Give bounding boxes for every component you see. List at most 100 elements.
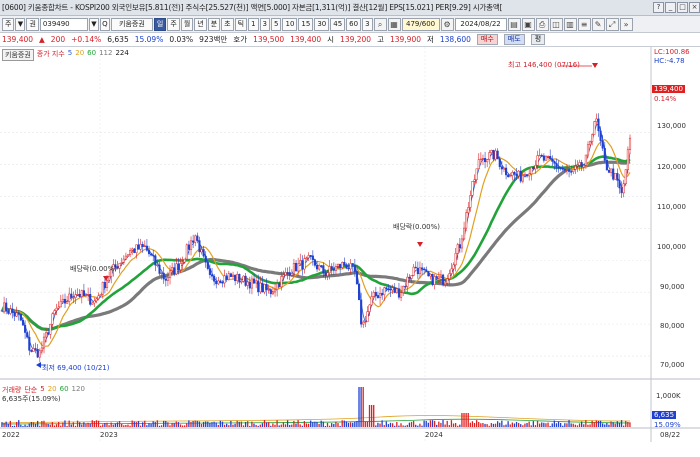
interval-60-button[interactable]: 60 <box>346 17 362 31</box>
volume-bar <box>394 425 396 427</box>
candle-body <box>610 168 613 173</box>
volume-bar <box>425 420 427 427</box>
candle-body <box>595 118 598 122</box>
volume-bar <box>387 424 390 427</box>
stock-code-dropdown[interactable]: ▼ <box>88 17 99 31</box>
interval-45-button[interactable]: 45 <box>330 17 346 31</box>
volume-bar <box>429 420 432 427</box>
volume-bar <box>131 420 133 427</box>
interval-30-button[interactable]: 30 <box>314 17 330 31</box>
calendar-icon[interactable]: ▤ <box>507 17 521 31</box>
period-minute-button[interactable]: 분 <box>207 17 221 31</box>
interval-5-button[interactable]: 5 <box>271 17 282 31</box>
candle-body <box>584 154 587 166</box>
volume-bar <box>127 424 129 427</box>
volume-bar <box>76 420 79 427</box>
search-icon[interactable]: Q <box>99 17 110 31</box>
candle-body <box>78 293 81 297</box>
stock-legend-name[interactable]: 키움증권 <box>2 49 34 61</box>
interval-3-button[interactable]: 3 <box>259 17 271 31</box>
period-second-button[interactable]: 초 <box>221 17 234 31</box>
candle-body <box>234 274 237 282</box>
candle-body <box>196 235 199 241</box>
volume-bar <box>341 420 343 427</box>
print-icon[interactable]: ⎙ <box>535 17 549 31</box>
volume-bar <box>400 423 402 427</box>
volume-bar <box>354 421 356 427</box>
period-tick-button[interactable]: 틱 <box>234 17 248 31</box>
date-input[interactable]: 2024/08/22 <box>454 17 507 31</box>
volume-bar <box>465 413 467 427</box>
sell-button[interactable]: 매도 <box>503 34 525 45</box>
save-icon[interactable]: ▣ <box>521 17 535 31</box>
low-label: 저 <box>426 35 434 44</box>
volume-bar <box>244 421 247 427</box>
more-icon[interactable]: » <box>619 17 633 31</box>
interval-custom-button[interactable]: 3 <box>362 17 373 31</box>
close-button[interactable]: × <box>689 2 700 13</box>
candle-body <box>528 173 531 177</box>
maximize-button[interactable]: □ <box>677 2 688 13</box>
candle-body <box>204 255 207 263</box>
volume-bar <box>198 421 201 427</box>
rights-button[interactable]: 권 <box>26 17 39 31</box>
volume-bar <box>171 422 173 427</box>
list-icon[interactable]: ≡ <box>577 17 591 31</box>
interval-15-button[interactable]: 15 <box>298 17 314 31</box>
volume-bar <box>618 422 621 427</box>
candle-body <box>339 263 342 268</box>
magnifier-icon[interactable]: ⌕ <box>373 17 387 31</box>
tools-icon[interactable]: ✎ <box>591 17 605 31</box>
candle-body <box>360 299 363 325</box>
candle-body <box>74 294 77 298</box>
volume-bar <box>259 424 261 427</box>
candle-body <box>36 349 39 358</box>
minimize-button[interactable]: _ <box>665 2 676 13</box>
market-dropdown-button[interactable]: ▼ <box>15 17 26 31</box>
volume-bar <box>591 420 593 427</box>
candle-body <box>460 238 464 249</box>
candle-body <box>507 174 510 178</box>
volume-bar <box>55 424 58 427</box>
candle-body <box>80 290 83 297</box>
candle-body <box>162 272 165 280</box>
volume-bar <box>223 424 226 427</box>
interval-10-button[interactable]: 10 <box>282 17 298 31</box>
stock-code-input[interactable]: 039490 <box>39 17 88 31</box>
layout-icon[interactable]: ▥ <box>563 17 577 31</box>
volume-bar <box>167 422 169 427</box>
candle-body <box>490 150 493 153</box>
period-year-button[interactable]: 년 <box>194 17 207 31</box>
candle-body <box>59 300 62 308</box>
candle-body <box>540 154 543 157</box>
candle-body <box>133 248 136 253</box>
candle-body <box>164 278 167 281</box>
interval-1-button[interactable]: 1 <box>248 17 259 31</box>
candle-body <box>379 292 382 298</box>
period-week-button[interactable]: 주 <box>167 17 180 31</box>
grid-icon[interactable]: ▦ <box>387 17 401 31</box>
stock-chart[interactable] <box>0 47 700 457</box>
help-button[interactable]: ? <box>653 2 664 13</box>
expand-icon[interactable]: ⤢ <box>605 17 619 31</box>
volume-bar <box>205 421 207 427</box>
data-count-spinner[interactable]: 479/600 <box>401 17 440 31</box>
candle-body <box>385 287 388 290</box>
candle-body <box>328 266 331 274</box>
settings-icon[interactable]: ⚙ <box>440 17 454 31</box>
market-selector[interactable]: 주 <box>2 17 15 31</box>
buy-button[interactable]: 매수 <box>476 34 498 45</box>
volume-bar <box>163 420 165 427</box>
capture-icon[interactable]: ◫ <box>549 17 563 31</box>
volume-bar <box>190 422 192 427</box>
period-month-button[interactable]: 월 <box>180 17 194 31</box>
average-button[interactable]: 평 <box>530 34 546 45</box>
candle-body <box>269 289 272 295</box>
volume-bar <box>41 420 43 427</box>
volume-bar <box>169 425 171 427</box>
candle-body <box>45 332 48 338</box>
volume-bar <box>320 420 322 427</box>
volume-bar <box>70 424 72 427</box>
candle-body <box>320 265 323 267</box>
period-day-button[interactable]: 일 <box>153 17 167 31</box>
